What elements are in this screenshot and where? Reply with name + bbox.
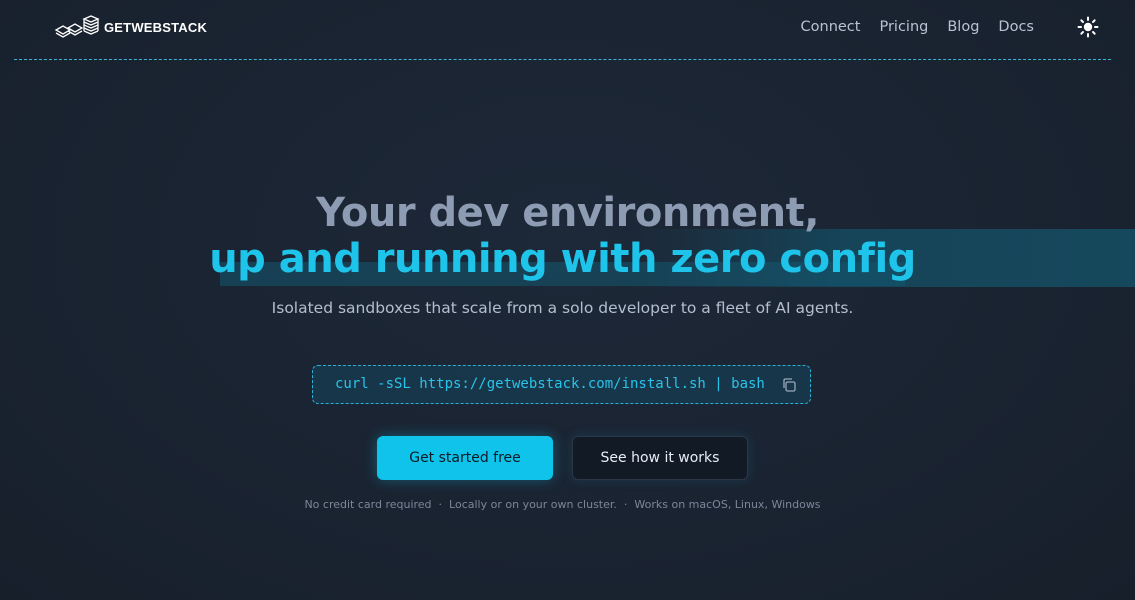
- nav-link-docs[interactable]: Docs: [998, 19, 1034, 35]
- see-how-it-works-button[interactable]: See how it works: [572, 436, 748, 480]
- footnote-item: Locally or on your own cluster.: [449, 498, 617, 511]
- main-nav: Connect Pricing Blog Docs: [801, 16, 1099, 38]
- logo-text: GETWEBSTACK: [104, 19, 208, 35]
- install-command-text[interactable]: curl -sSL https://getwebstack.com/instal…: [335, 376, 765, 392]
- footnote-separator: ·: [623, 498, 628, 511]
- sun-icon: [1077, 16, 1099, 38]
- nav-link-connect[interactable]: Connect: [801, 19, 861, 35]
- theme-toggle-button[interactable]: [1077, 16, 1099, 38]
- hero-title-line2: up and running with zero config: [209, 236, 916, 282]
- site-header: GETWEBSTACK Connect Pricing Blog Docs: [14, 0, 1111, 60]
- nav-link-pricing[interactable]: Pricing: [879, 19, 928, 35]
- hero-footnotes: No credit card required · Locally or on yo…: [0, 498, 1125, 511]
- footnote-separator: ·: [438, 498, 443, 511]
- copy-icon[interactable]: [781, 377, 797, 393]
- footnote-item: Works on macOS, Linux, Windows: [634, 498, 821, 511]
- install-command-box: curl -sSL https://getwebstack.com/instal…: [312, 365, 811, 404]
- logo[interactable]: GETWEBSTACK: [54, 15, 207, 39]
- hero-subtitle: Isolated sandboxes that scale from a sol…: [271, 299, 854, 317]
- hero-title-line1: Your dev environment,: [316, 190, 819, 236]
- footnote-item: No credit card required: [304, 498, 432, 511]
- get-started-button[interactable]: Get started free: [377, 436, 553, 480]
- nav-link-blog[interactable]: Blog: [947, 19, 979, 35]
- stack-logo-icon: [54, 15, 100, 38]
